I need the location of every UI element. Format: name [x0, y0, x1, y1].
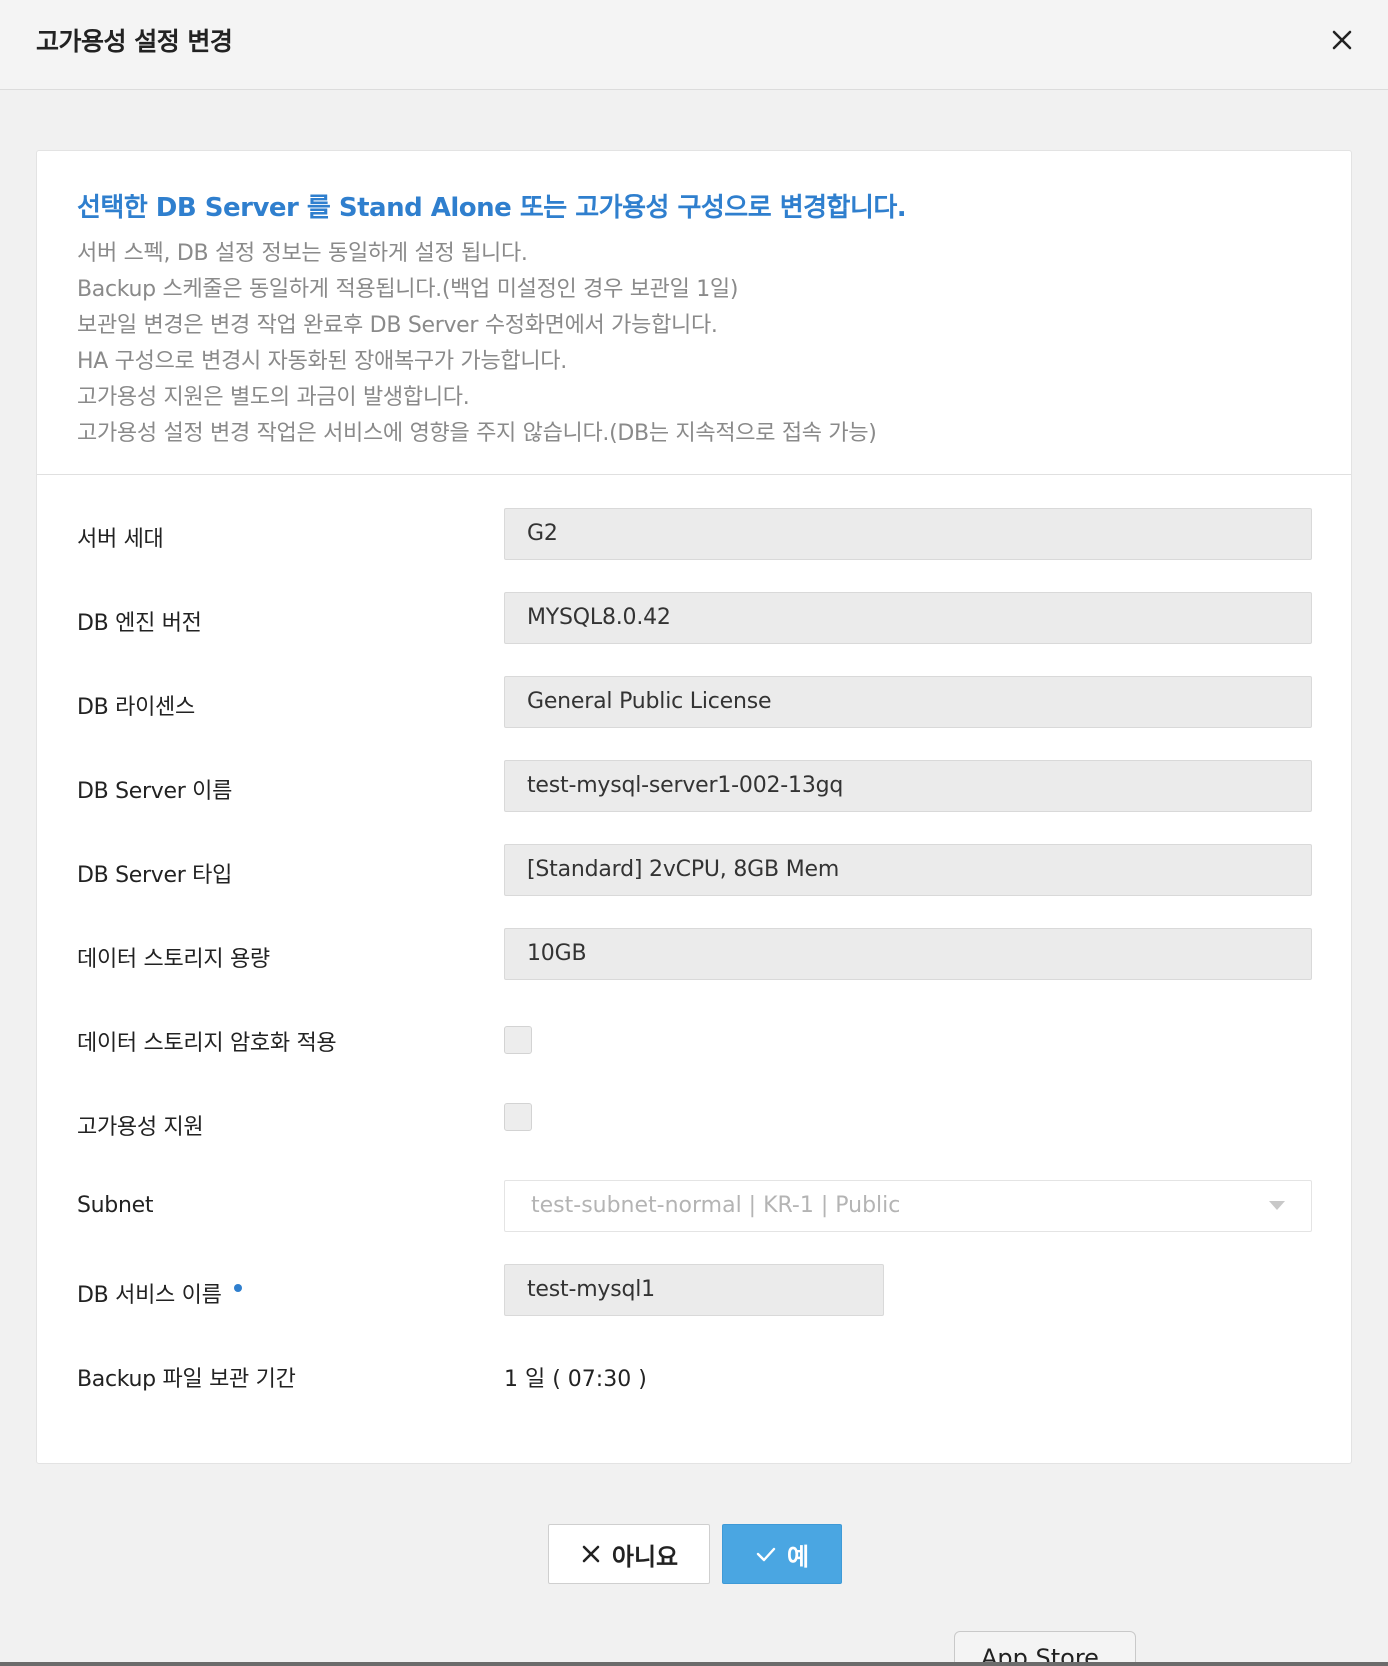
- subnet-label: Subnet: [77, 1193, 154, 1218]
- settings-card: 선택한 DB Server 를 Stand Alone 또는 고가용성 구성으로…: [36, 150, 1352, 1464]
- license-field: General Public License: [504, 676, 1312, 728]
- notice-title: 선택한 DB Server 를 Stand Alone 또는 고가용성 구성으로…: [77, 193, 907, 223]
- service-name-label-wrap: DB 서비스 이름: [77, 1277, 242, 1309]
- notice-line: 고가용성 지원은 별도의 과금이 발생합니다.: [77, 385, 470, 410]
- engine-version-field: MYSQL8.0.42: [504, 592, 1312, 644]
- notice-line: 서버 스펙, DB 설정 정보는 동일하게 설정 됩니다.: [77, 241, 528, 266]
- notice-line: 보관일 변경은 변경 작업 완료후 DB Server 수정화면에서 가능합니다…: [77, 313, 718, 338]
- notice-line: HA 구성으로 변경시 자동화된 장애복구가 가능합니다.: [77, 349, 567, 374]
- server-type-label: DB Server 타입: [77, 863, 233, 888]
- ha-support-checkbox[interactable]: [504, 1103, 532, 1131]
- check-icon: [756, 1547, 776, 1562]
- close-icon[interactable]: [1326, 24, 1358, 56]
- no-button[interactable]: 아니요: [548, 1524, 710, 1584]
- notice-line: Backup 스케줄은 동일하게 적용됩니다.(백업 미설정인 경우 보관일 1…: [77, 277, 739, 302]
- engine-version-label: DB 엔진 버전: [77, 611, 202, 636]
- server-gen-field: G2: [504, 508, 1312, 560]
- service-name-field[interactable]: test-mysql1: [504, 1264, 884, 1316]
- storage-encryption-label: 데이터 스토리지 암호화 적용: [77, 1031, 337, 1056]
- yes-button[interactable]: 예: [722, 1524, 842, 1584]
- notice-box: 선택한 DB Server 를 Stand Alone 또는 고가용성 구성으로…: [37, 151, 1351, 475]
- storage-size-field: 10GB: [504, 928, 1312, 980]
- required-dot-icon: [233, 1284, 242, 1292]
- subnet-select-value: test-subnet-normal | KR-1 | Public: [531, 1193, 901, 1218]
- chevron-down-icon: [1269, 1201, 1285, 1210]
- yes-button-label: 예: [786, 1542, 810, 1571]
- dialog-header: 고가용성 설정 변경: [0, 0, 1388, 90]
- no-button-label: 아니요: [611, 1542, 679, 1571]
- server-name-field: test-mysql-server1-002-13gq: [504, 760, 1312, 812]
- server-gen-label: 서버 세대: [77, 527, 164, 552]
- server-name-label: DB Server 이름: [77, 779, 233, 804]
- ha-support-label: 고가용성 지원: [77, 1115, 204, 1140]
- taskbar: [0, 1662, 1388, 1666]
- storage-size-label: 데이터 스토리지 용량: [77, 947, 270, 972]
- backup-retention-label: Backup 파일 보관 기간: [77, 1367, 296, 1392]
- notice-line: 고가용성 설정 변경 작업은 서비스에 영향을 주지 않습니다.(DB는 지속적…: [77, 421, 877, 446]
- server-type-field: [Standard] 2vCPU, 8GB Mem: [504, 844, 1312, 896]
- license-label: DB 라이센스: [77, 695, 195, 720]
- close-icon: [582, 1545, 600, 1563]
- ha-settings-dialog: 고가용성 설정 변경 선택한 DB Server 를 Stand Alone 또…: [0, 0, 1388, 1666]
- app-store-tab[interactable]: App Store: [954, 1631, 1136, 1666]
- backup-retention-value: 1 일 ( 07:30 ): [504, 1367, 647, 1392]
- subnet-select[interactable]: test-subnet-normal | KR-1 | Public: [504, 1180, 1312, 1232]
- storage-encryption-checkbox[interactable]: [504, 1026, 532, 1054]
- dialog-title: 고가용성 설정 변경: [36, 27, 233, 56]
- service-name-label: DB 서비스 이름: [77, 1283, 222, 1308]
